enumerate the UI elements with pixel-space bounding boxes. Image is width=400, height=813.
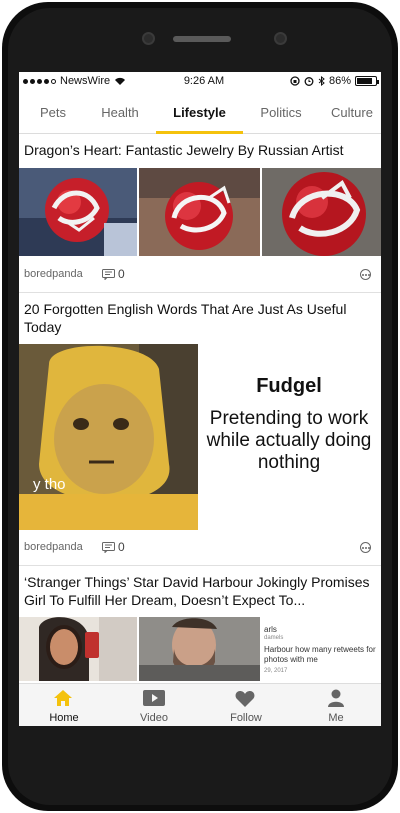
more-options-icon[interactable] xyxy=(360,269,371,280)
meme-definition: Pretending to work while actually doing … xyxy=(206,408,372,473)
article-image[interactable] xyxy=(19,168,137,256)
tab-pets[interactable]: Pets xyxy=(25,94,81,134)
divider xyxy=(19,292,381,293)
nav-me-label: Me xyxy=(328,712,344,724)
meme-panel: Fudgel Pretending to work while actually… xyxy=(197,344,381,474)
tab-lifestyle[interactable]: Lifestyle xyxy=(156,94,243,134)
tweet-image[interactable]: arls damels Harbour how many retweets fo… xyxy=(262,617,381,681)
battery-icon xyxy=(355,76,379,86)
tweet-handle: damels xyxy=(264,635,284,641)
home-icon xyxy=(54,690,72,706)
article-image[interactable] xyxy=(139,168,260,256)
meme-caption: y tho xyxy=(33,476,66,493)
earpiece-speaker xyxy=(173,36,231,42)
status-bar: NewsWire 9:26 AM 86% xyxy=(19,72,381,92)
tweet-text: Harbour how many retweets for photos wit… xyxy=(264,645,376,664)
home-button[interactable] xyxy=(170,745,230,785)
article-source: boredpanda xyxy=(24,268,83,280)
nav-follow-label: Follow xyxy=(230,712,262,724)
signal-icon xyxy=(23,78,56,84)
article-title[interactable]: 20 Forgotten English Words That Are Just… xyxy=(24,300,376,336)
nav-video-label: Video xyxy=(140,712,168,724)
article-image[interactable] xyxy=(139,617,260,681)
comment-icon xyxy=(102,268,115,280)
meme-word: Fudgel xyxy=(256,375,322,397)
tab-politics[interactable]: Politics xyxy=(249,94,313,134)
article-image[interactable] xyxy=(262,168,381,256)
tab-health[interactable]: Health xyxy=(89,94,151,134)
article-image[interactable]: y tho xyxy=(19,344,198,530)
sensor-icon xyxy=(274,32,287,45)
nav-video[interactable]: Video xyxy=(109,684,199,726)
article-source: boredpanda xyxy=(24,541,83,553)
alarm-icon xyxy=(304,77,314,86)
tweet-name: arls xyxy=(264,625,277,634)
article-feed[interactable]: Dragon’s Heart: Fantastic Jewelry By Rus… xyxy=(19,135,381,681)
comment-count[interactable]: 0 xyxy=(102,267,125,281)
divider xyxy=(19,565,381,566)
app-screen: NewsWire 9:26 AM 86% Pets Health Lifesty… xyxy=(19,72,381,726)
video-icon xyxy=(143,690,165,706)
carrier-name: NewsWire xyxy=(60,75,111,87)
tab-culture[interactable]: Culture xyxy=(323,94,381,134)
battery-percent: 86% xyxy=(328,75,351,87)
wifi-icon xyxy=(115,77,126,85)
bottom-navigation: Home Video Follow Me xyxy=(19,683,381,726)
heart-icon xyxy=(235,691,255,707)
bluetooth-icon xyxy=(318,76,325,86)
more-options-icon[interactable] xyxy=(360,542,371,553)
article-image[interactable] xyxy=(19,617,137,681)
active-tab-indicator xyxy=(156,131,243,134)
article-title[interactable]: Dragon’s Heart: Fantastic Jewelry By Rus… xyxy=(24,141,376,159)
article-title[interactable]: ‘Stranger Things’ Star David Harbour Jok… xyxy=(24,573,376,609)
comment-count-value: 0 xyxy=(118,267,125,281)
comment-icon xyxy=(102,541,115,553)
lock-rotation-icon xyxy=(290,76,300,86)
tweet-date: 29, 2017 xyxy=(264,668,288,674)
nav-follow[interactable]: Follow xyxy=(201,684,291,726)
category-tabs: Pets Health Lifestyle Politics Culture xyxy=(19,94,381,134)
person-icon xyxy=(328,689,344,707)
nav-home-label: Home xyxy=(49,712,79,724)
front-camera-icon xyxy=(142,32,155,45)
comment-count[interactable]: 0 xyxy=(102,540,125,554)
status-time: 9:26 AM xyxy=(183,75,225,87)
nav-me[interactable]: Me xyxy=(291,684,381,726)
comment-count-value: 0 xyxy=(118,540,125,554)
nav-home[interactable]: Home xyxy=(19,684,109,726)
